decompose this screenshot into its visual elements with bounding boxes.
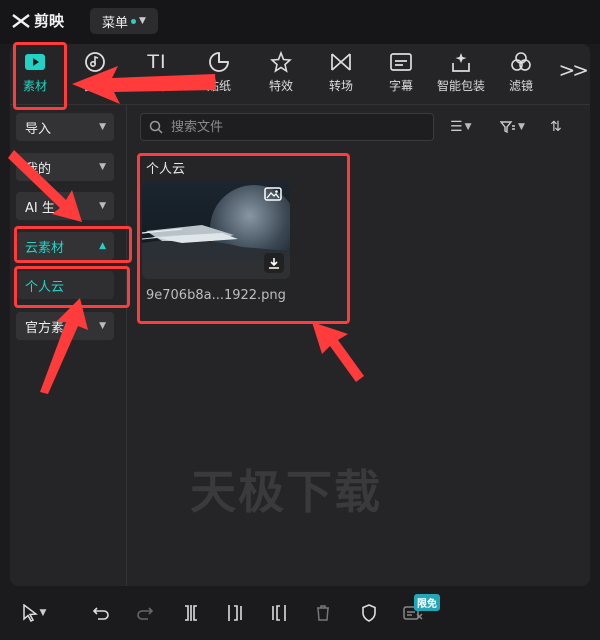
search-input[interactable] bbox=[169, 118, 413, 136]
shield-icon bbox=[362, 604, 376, 622]
filter-button[interactable]: ▼ bbox=[500, 116, 525, 138]
app-name: 剪映 bbox=[34, 12, 65, 30]
sort-button[interactable]: ⇅ bbox=[550, 116, 562, 138]
redo-icon bbox=[137, 607, 154, 620]
chevron-down-icon: ▼ bbox=[464, 122, 472, 132]
download-button[interactable] bbox=[264, 253, 284, 273]
transition-bowtie-icon bbox=[330, 50, 352, 74]
chevron-down-icon: ▼ bbox=[518, 122, 525, 132]
list-view-icon: ☰ bbox=[450, 119, 463, 135]
tab-smart-pack[interactable]: 智能包装 bbox=[432, 50, 490, 100]
filter-circles-icon bbox=[510, 50, 532, 74]
split-button[interactable] bbox=[178, 600, 204, 626]
category-toolbar: 素材 音频 TI 文本 贴纸 特效 转场 字幕 智能包装 滤镜 >> bbox=[10, 44, 590, 105]
media-sidebar: 导入 ▼ 我的 ▼ AI 生 ▼ 云素材 ▲ 个人云 官方素 ▼ bbox=[10, 105, 127, 586]
media-file-name: 9e706b8a...1922.png bbox=[146, 288, 286, 303]
trim-left-icon bbox=[228, 605, 242, 621]
menu-notification-dot bbox=[131, 18, 137, 24]
shield-button[interactable] bbox=[356, 600, 382, 626]
sticker-icon bbox=[208, 50, 230, 74]
chevron-down-icon: ▼ bbox=[99, 162, 106, 172]
menu-label: 菜单 bbox=[102, 15, 129, 31]
section-title: 个人云 bbox=[146, 162, 186, 177]
text-ti-icon: TI bbox=[147, 51, 167, 73]
trim-right-icon bbox=[272, 605, 286, 621]
sidebar-item-personal-cloud[interactable]: 个人云 bbox=[16, 271, 114, 299]
sidebar-item-label: 云素材 bbox=[25, 240, 65, 256]
tab-filter[interactable]: 滤镜 bbox=[492, 50, 550, 100]
chevron-down-icon: ▼ bbox=[99, 201, 106, 211]
split-icon bbox=[185, 605, 197, 621]
tab-label: 贴纸 bbox=[206, 79, 231, 93]
sidebar-item-label: 个人云 bbox=[25, 279, 65, 295]
media-card[interactable] bbox=[142, 181, 290, 279]
delete-button[interactable] bbox=[310, 600, 336, 626]
sidebar-item-label: 导入 bbox=[25, 121, 52, 137]
sidebar-item-ai[interactable]: AI 生 ▼ bbox=[16, 192, 114, 220]
tab-label: 转场 bbox=[328, 79, 353, 93]
free-limited-badge: 限免 bbox=[414, 594, 440, 611]
timeline-toolbar: ▼ 限免 bbox=[0, 590, 600, 640]
undo-button[interactable] bbox=[88, 600, 114, 626]
image-type-icon bbox=[264, 187, 282, 201]
trash-icon bbox=[317, 605, 329, 621]
sidebar-item-label: AI 生 bbox=[25, 200, 55, 216]
select-tool-button[interactable]: ▼ bbox=[14, 600, 54, 626]
chevron-down-icon: ▼ bbox=[139, 16, 146, 26]
tab-label: 字幕 bbox=[388, 79, 413, 93]
sort-icon: ⇅ bbox=[550, 119, 562, 135]
top-bar: 剪映 菜单 ▼ bbox=[0, 0, 600, 44]
chevron-up-icon: ▲ bbox=[99, 241, 106, 251]
sidebar-item-official[interactable]: 官方素 ▼ bbox=[16, 312, 114, 340]
search-box bbox=[140, 113, 434, 141]
tab-label: 智能包装 bbox=[436, 79, 485, 93]
tab-label: 特效 bbox=[268, 79, 293, 93]
undo-icon bbox=[92, 607, 109, 620]
play-box-icon bbox=[24, 50, 46, 74]
subtitle-icon bbox=[390, 50, 412, 74]
effect-star-icon bbox=[270, 50, 292, 74]
search-icon bbox=[149, 120, 163, 134]
sidebar-item-label: 官方素 bbox=[25, 320, 65, 336]
sidebar-item-import[interactable]: 导入 ▼ bbox=[16, 113, 114, 141]
tab-text[interactable]: TI 文本 bbox=[128, 50, 186, 100]
tab-audio[interactable]: 音频 bbox=[66, 50, 124, 100]
tab-transition[interactable]: 转场 bbox=[312, 50, 370, 100]
watermark-text: 天极下载 bbox=[190, 465, 382, 519]
more-tabs-button[interactable]: >> bbox=[558, 58, 588, 82]
media-panel: 素材 音频 TI 文本 贴纸 特效 转场 字幕 智能包装 滤镜 >> 导入 ▼ … bbox=[10, 44, 590, 586]
tab-subtitle[interactable]: 字幕 bbox=[372, 50, 430, 100]
cursor-arrow-icon bbox=[22, 604, 38, 622]
chevron-down-icon: ▼ bbox=[99, 122, 106, 132]
redo-button[interactable] bbox=[132, 600, 158, 626]
tab-media[interactable]: 素材 bbox=[10, 50, 64, 100]
tab-sticker[interactable]: 贴纸 bbox=[190, 50, 248, 100]
capcut-logo-icon bbox=[12, 13, 30, 28]
tab-label: 滤镜 bbox=[508, 79, 533, 93]
sidebar-item-label: 我的 bbox=[25, 161, 52, 177]
chevron-down-icon: ▼ bbox=[99, 321, 106, 331]
sidebar-item-mine[interactable]: 我的 ▼ bbox=[16, 153, 114, 181]
tab-label: 文本 bbox=[144, 79, 169, 93]
menu-button[interactable]: 菜单 ▼ bbox=[90, 8, 158, 34]
tab-label: 音频 bbox=[82, 79, 107, 93]
tab-label: 素材 bbox=[22, 79, 47, 93]
sidebar-item-cloud-assets[interactable]: 云素材 ▲ bbox=[16, 232, 114, 260]
chevron-down-icon: ▼ bbox=[39, 608, 47, 618]
tab-effects[interactable]: 特效 bbox=[252, 50, 310, 100]
trim-left-button[interactable] bbox=[222, 600, 248, 626]
download-icon bbox=[269, 258, 279, 269]
smart-pack-icon bbox=[450, 50, 472, 74]
app-logo: 剪映 bbox=[12, 10, 64, 31]
trim-right-button[interactable] bbox=[266, 600, 292, 626]
filter-funnel-icon bbox=[500, 121, 515, 134]
music-disc-icon bbox=[84, 50, 106, 74]
view-mode-button[interactable]: ☰ ▼ bbox=[450, 116, 471, 138]
